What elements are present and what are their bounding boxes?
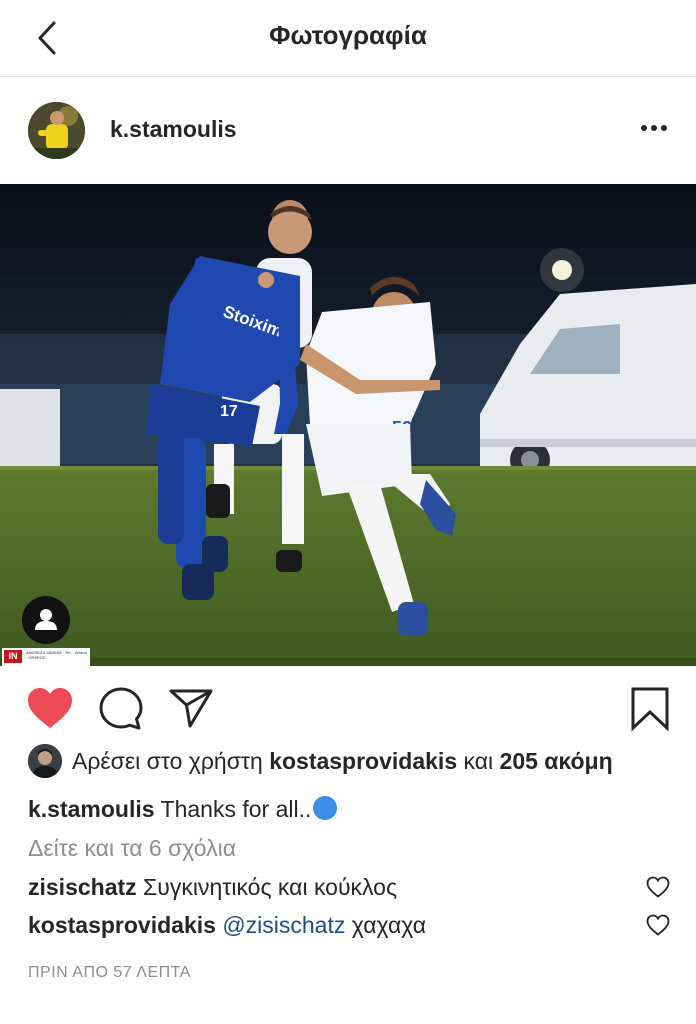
comment-row: zisischatz Συγκινητικός και κούκλος — [28, 874, 397, 901]
likes-text: Αρέσει στο χρήστη kostasprovidakis και 2… — [72, 748, 613, 775]
post-photo[interactable]: Stoixima 17 52 IN ANDREAS MANIAS · Tel. … — [0, 184, 696, 666]
comment-mention[interactable]: @zisischatz — [222, 912, 345, 938]
post-timestamp: ΠΡΙΝ ΑΠΟ 57 ΛΕΠΤΑ — [28, 964, 191, 981]
heart-filled-icon — [28, 688, 72, 728]
comment-like-button[interactable] — [646, 876, 670, 898]
caption: k.stamoulis Thanks for all.. — [28, 796, 338, 823]
user-icon — [35, 609, 57, 630]
watermark-logo: IN — [4, 650, 22, 663]
blue-circle-emoji-icon — [313, 796, 338, 820]
share-button[interactable] — [168, 686, 214, 735]
more-horizontal-icon — [641, 125, 667, 131]
page-title: Φωτογραφία — [269, 20, 427, 50]
caption-username[interactable]: k.stamoulis — [28, 796, 155, 822]
football-photo: Stoixima 17 52 — [0, 184, 696, 666]
photo-watermark: IN ANDREAS MANIAS · Tel. · Athens · GREE… — [2, 648, 90, 666]
heart-outline-icon — [646, 876, 670, 898]
likes-summary[interactable]: Αρέσει στο χρήστη kostasprovidakis και 2… — [28, 742, 688, 782]
post-header: k.stamoulis — [0, 78, 696, 184]
send-icon — [169, 689, 213, 728]
comment-icon — [99, 687, 143, 730]
liker-username[interactable]: kostasprovidakis — [269, 748, 457, 774]
tagged-users-button[interactable] — [22, 596, 70, 644]
like-button[interactable] — [26, 686, 74, 735]
caption-text: Thanks for all.. — [160, 796, 312, 822]
watermark-text: ANDREAS MANIAS · Tel. · Athens · GREECE — [26, 650, 88, 660]
comment-username[interactable]: zisischatz — [28, 874, 137, 900]
more-options-button[interactable] — [636, 116, 672, 140]
liker-avatar — [28, 744, 62, 778]
comment-like-button[interactable] — [646, 914, 670, 936]
comment-text: χαχαχα — [351, 912, 427, 938]
save-button[interactable] — [630, 686, 670, 737]
bookmark-icon — [631, 687, 669, 732]
comment-row: kostasprovidakis @zisischatz χαχαχα — [28, 912, 426, 939]
view-all-comments-link[interactable]: Δείτε και τα 6 σχόλια — [28, 835, 236, 862]
likes-middle: και — [463, 748, 494, 774]
comment-username[interactable]: kostasprovidakis — [28, 912, 216, 938]
comment-text: Συγκινητικός και κούκλος — [143, 874, 398, 900]
svg-text:17: 17 — [220, 403, 238, 420]
top-bar: Φωτογραφία — [0, 0, 696, 77]
heart-outline-icon — [646, 914, 670, 936]
likes-count[interactable]: 205 ακόμη — [500, 748, 613, 774]
post-username[interactable]: k.stamoulis — [110, 116, 237, 143]
likes-prefix: Αρέσει στο χρήστη — [72, 748, 263, 774]
avatar[interactable] — [28, 102, 85, 159]
comment-button[interactable] — [98, 686, 144, 737]
post-actions — [0, 682, 696, 742]
